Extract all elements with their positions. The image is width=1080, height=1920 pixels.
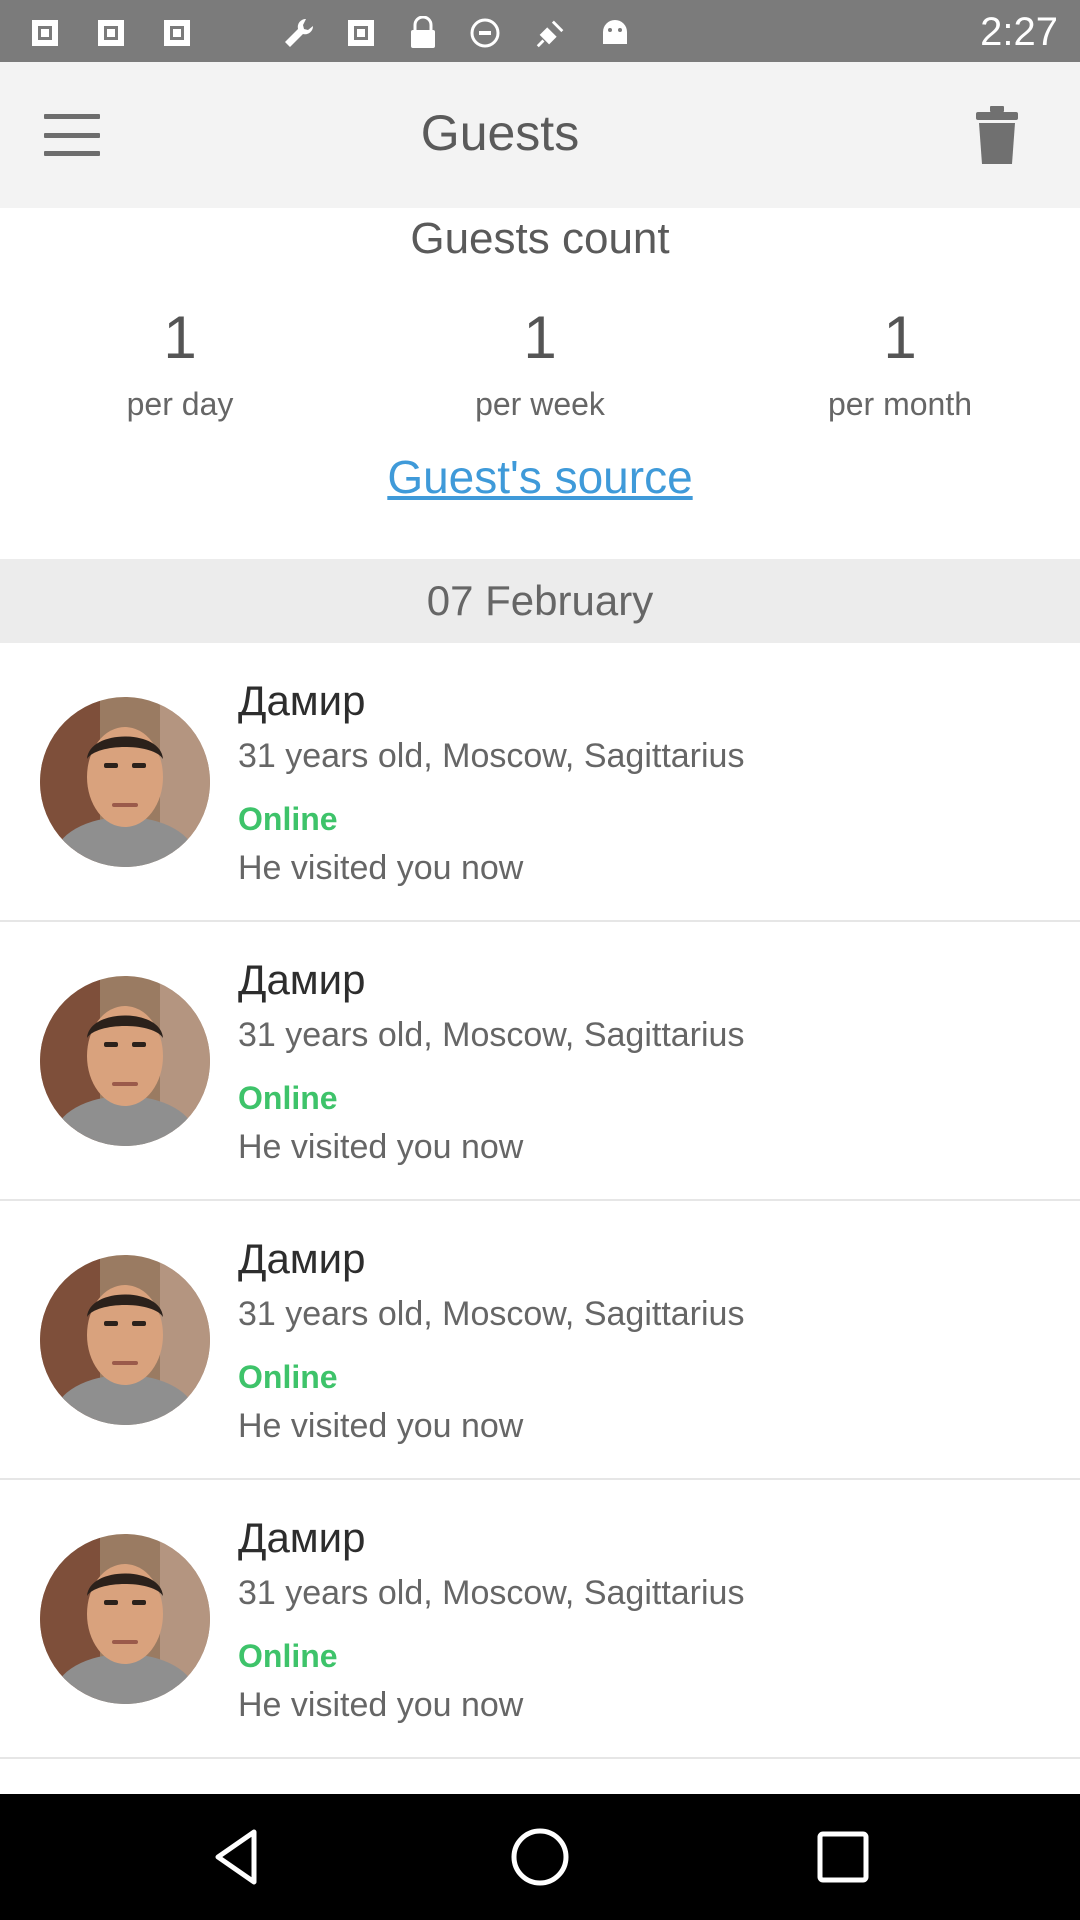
avatar[interactable]	[40, 1534, 210, 1704]
online-status: Online	[238, 1359, 338, 1395]
blocked-icon	[468, 16, 502, 50]
guest-name: Дамир	[238, 1514, 366, 1561]
list-item[interactable]: Дамир 31 years old, Moscow, Sagittarius …	[0, 1480, 1080, 1759]
list-item[interactable]: Дамир 31 years old, Moscow, Sagittarius …	[0, 922, 1080, 1201]
avatar[interactable]	[40, 976, 210, 1146]
count-label: per month	[827, 386, 973, 422]
guest-source-link[interactable]: Guest's source	[0, 450, 1080, 504]
count-per-month: 1 per month	[720, 300, 1080, 432]
guest-name: Дамир	[238, 956, 366, 1003]
lock-icon	[406, 16, 440, 50]
count-label: per day	[126, 386, 234, 422]
count-per-day: 1 per day	[0, 300, 360, 432]
guest-info: 31 years old, Moscow, Sagittarius	[238, 1295, 745, 1333]
recents-square-icon[interactable]	[810, 1824, 876, 1890]
image-icon	[28, 16, 62, 50]
online-status: Online	[238, 801, 338, 837]
count-value: 1	[883, 304, 917, 371]
image-icon	[344, 16, 378, 50]
image-icon	[160, 16, 194, 50]
date-header: 07 February	[0, 559, 1080, 643]
wrench-icon	[282, 16, 316, 50]
guests-count-title: Guests count	[410, 214, 670, 263]
status-bar: 2:27	[0, 0, 1080, 62]
guest-info: 31 years old, Moscow, Sagittarius	[238, 737, 745, 775]
count-value: 1	[523, 304, 557, 371]
clock: 2:27	[980, 10, 1058, 54]
guest-name: Дамир	[238, 1235, 366, 1282]
guest-info: 31 years old, Moscow, Sagittarius	[238, 1574, 745, 1612]
count-per-week: 1 per week	[360, 300, 720, 432]
visit-time: He visited you now	[238, 1686, 524, 1724]
guest-list: Дамир 31 years old, Moscow, Sagittarius …	[0, 643, 1080, 1759]
visit-time: He visited you now	[238, 1407, 524, 1445]
image-icon	[94, 16, 128, 50]
navigation-bar	[0, 1794, 1080, 1920]
online-status: Online	[238, 1638, 338, 1674]
trash-icon[interactable]	[974, 106, 1020, 166]
home-circle-icon[interactable]	[507, 1824, 573, 1890]
app-bar: Guests	[0, 62, 1080, 208]
online-status: Online	[238, 1080, 338, 1116]
back-triangle-icon[interactable]	[204, 1824, 270, 1890]
guest-name: Дамир	[238, 677, 366, 724]
avatar[interactable]	[40, 1255, 210, 1425]
guest-info: 31 years old, Moscow, Sagittarius	[238, 1016, 745, 1054]
list-item[interactable]: Дамир 31 years old, Moscow, Sagittarius …	[0, 643, 1080, 922]
page-title: Guests	[420, 105, 580, 161]
android-icon	[598, 16, 632, 50]
visit-time: He visited you now	[238, 1128, 524, 1166]
list-item[interactable]: Дамир 31 years old, Moscow, Sagittarius …	[0, 1201, 1080, 1480]
count-label: per week	[475, 386, 605, 422]
avatar[interactable]	[40, 697, 210, 867]
visit-time: He visited you now	[238, 849, 524, 887]
fake-gps-icon	[534, 16, 568, 50]
count-value: 1	[163, 304, 197, 371]
